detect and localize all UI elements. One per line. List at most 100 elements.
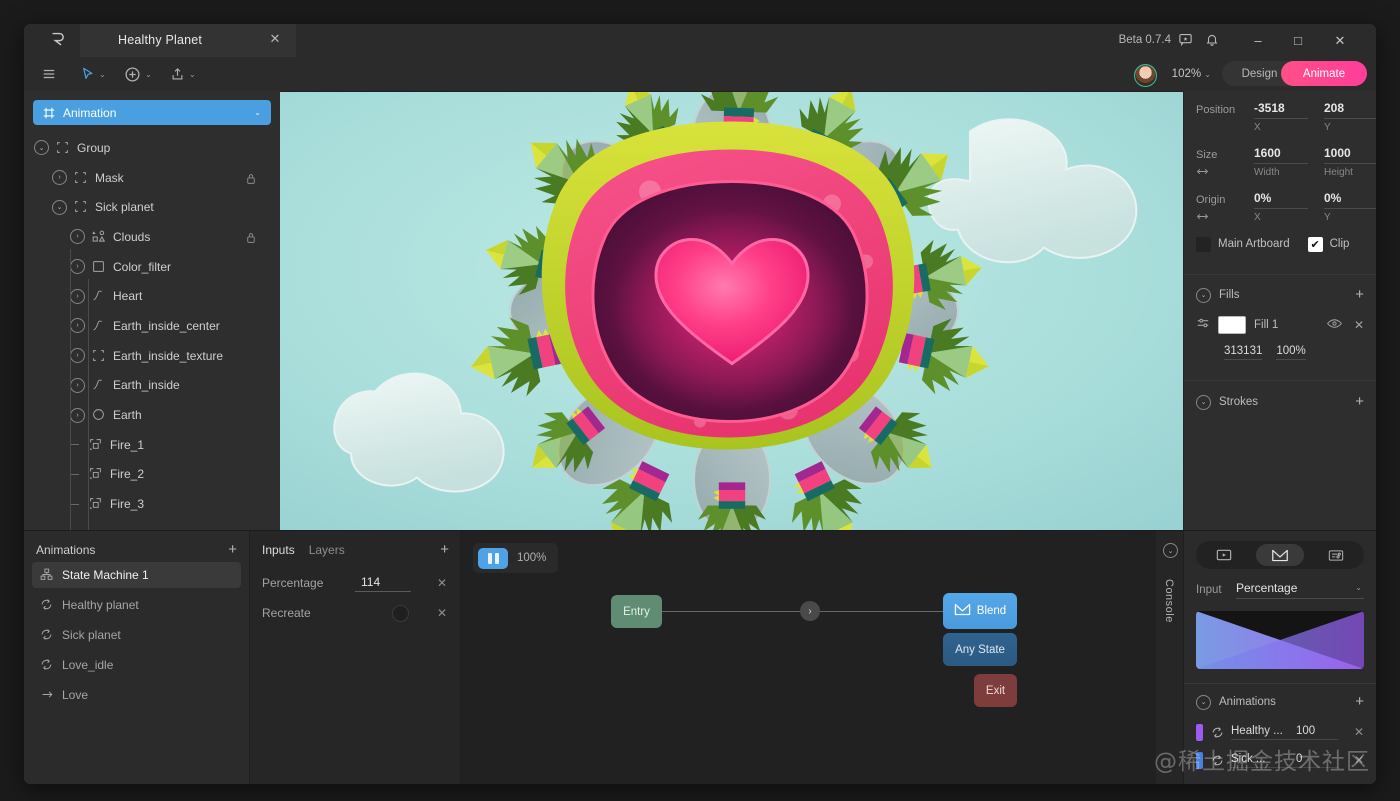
select-cursor-tool[interactable]: ⌄ [80,65,106,83]
input-value[interactable]: 114 [355,575,411,592]
origin-x-field[interactable]: 0% X [1254,191,1308,223]
user-avatar[interactable] [1134,64,1157,87]
chevron-down-icon[interactable]: ⌄ [1355,583,1362,592]
add-circle-tool[interactable]: ⌄ [124,65,152,83]
chevron-down-icon[interactable]: ⌄ [99,70,106,79]
collapse-caret-icon[interactable]: ⌄ [1196,694,1211,710]
layer-expand-toggle[interactable]: › [70,407,85,423]
layer-row[interactable]: › Heart [24,281,280,311]
fill-opacity-value[interactable]: 100% [1276,345,1306,360]
chevron-down-icon[interactable]: ⌄ [1204,70,1211,79]
collapse-caret-icon[interactable]: ⌄ [1196,287,1211,303]
animation-list-item[interactable]: Sick planet [32,622,241,648]
remove-fill-icon[interactable]: ✕ [1354,318,1364,332]
add-input-button[interactable]: + [440,542,449,557]
layer-row[interactable]: › Earth_inside_center [24,311,280,341]
blend-animation-name[interactable]: Sick ... [1231,753,1303,768]
layer-row[interactable]: › Earth_inside [24,371,280,401]
eye-icon[interactable] [1326,316,1343,334]
tab-inputs[interactable]: Inputs [262,543,295,557]
animation-list-item[interactable]: Love_idle [32,652,241,678]
animation-list-item[interactable]: State Machine 1 [32,562,241,588]
blend-animation-value[interactable]: 0 [1296,753,1338,768]
origin-link-icon[interactable] [1196,211,1209,225]
layer-row[interactable]: Fire_2 [24,460,280,490]
remove-blend-animation-icon[interactable]: ✕ [1354,753,1364,767]
layer-expand-toggle[interactable]: › [52,170,67,186]
blend-color-chip[interactable] [1196,723,1203,741]
zoom-level[interactable]: 102% ⌄ [1172,68,1211,80]
size-width-field[interactable]: 1600 Width [1254,146,1308,178]
transition-edge[interactable] [639,611,943,612]
blend-curve-graph[interactable] [1196,611,1364,669]
transition-arrow-icon[interactable]: › [800,601,820,621]
canvas-viewport[interactable] [280,91,1184,531]
chevron-down-icon[interactable]: ⌄ [189,70,196,79]
artboard-selector[interactable]: Animation ⌄ [33,100,271,125]
collapse-caret-icon[interactable]: ⌄ [1196,394,1211,410]
blend-animation-name[interactable]: Healthy ... [1231,725,1303,740]
tab-settings[interactable] [1312,544,1360,566]
size-link-icon[interactable] [1196,166,1209,180]
clip-checkbox[interactable]: ✔ [1307,236,1323,252]
close-icon[interactable]: ✕ [268,32,282,46]
notification-bell-icon[interactable] [1205,32,1221,48]
add-blend-animation-button[interactable]: + [1355,694,1364,709]
remove-input-icon[interactable]: ✕ [437,576,447,590]
sliders-icon[interactable] [1196,316,1210,334]
layer-expand-toggle[interactable]: ⌄ [52,199,67,215]
origin-y-field[interactable]: 0% Y [1324,191,1376,223]
position-y-field[interactable]: 208 Y [1324,101,1376,133]
lock-icon[interactable] [246,172,256,184]
chevron-down-icon[interactable]: ⌄ [254,108,261,117]
node-exit[interactable]: Exit [974,674,1017,707]
node-blend[interactable]: Blend [943,593,1017,629]
remove-blend-animation-icon[interactable]: ✕ [1354,725,1364,739]
boolean-toggle[interactable] [392,604,409,622]
tab-playback[interactable] [1200,544,1248,566]
layer-expand-toggle[interactable]: › [70,377,85,393]
tab-blend[interactable] [1256,544,1304,566]
position-x-field[interactable]: -3518 X [1254,101,1308,133]
fill-hex-value[interactable]: 313131 [1224,345,1263,360]
blend-animation-value[interactable]: 100 [1296,725,1338,740]
layer-row[interactable]: › Clouds [24,222,280,252]
size-height-field[interactable]: 1000 Height [1324,146,1376,178]
layer-row[interactable]: › Mask [24,163,280,193]
layer-expand-toggle[interactable]: › [70,288,85,304]
remove-input-icon[interactable]: ✕ [437,606,447,620]
layer-row[interactable]: › Earth [24,400,280,430]
input-select[interactable]: Percentage ⌄ [1236,581,1364,599]
maximize-button[interactable]: □ [1290,33,1306,49]
chevron-down-icon[interactable]: ⌄ [145,70,152,79]
close-window-button[interactable]: ✕ [1332,33,1348,49]
lock-icon[interactable] [246,231,256,243]
pause-icon[interactable] [478,547,508,569]
layer-expand-toggle[interactable]: › [70,229,85,245]
layer-expand-toggle[interactable]: › [70,259,85,275]
layer-row[interactable]: › Earth_inside_texture [24,341,280,371]
layer-expand-toggle[interactable]: › [70,318,85,334]
tab-layers[interactable]: Layers [309,543,345,557]
animation-list-item[interactable]: Healthy planet [32,592,241,618]
feedback-icon[interactable] [1178,32,1194,48]
layer-row[interactable]: Fire_3 [24,489,280,519]
document-tab[interactable]: Healthy Planet ✕ [80,24,296,57]
tab-animate[interactable]: Animate [1281,61,1367,86]
state-machine-graph[interactable]: 100% › Entry Blend Any State Exit ⌄ Cons… [460,531,1184,784]
main-artboard-checkbox[interactable] [1196,236,1211,252]
export-share-tool[interactable]: ⌄ [170,65,196,83]
hamburger-menu-icon[interactable] [40,65,58,83]
fill-color-swatch[interactable] [1218,316,1246,334]
add-stroke-button[interactable]: + [1355,394,1364,409]
layer-row[interactable]: ⌄ Sick planet [24,192,280,222]
node-any-state[interactable]: Any State [943,633,1017,666]
console-strip[interactable]: ⌄ Console [1156,531,1184,784]
layer-row[interactable]: Fire_1 [24,430,280,460]
add-fill-button[interactable]: + [1355,287,1364,302]
layer-expand-toggle[interactable]: › [70,348,85,364]
add-animation-button[interactable]: + [228,542,237,557]
layer-expand-toggle[interactable]: ⌄ [34,140,49,156]
rive-logo-icon[interactable] [42,30,72,52]
minimize-button[interactable]: – [1250,33,1266,49]
